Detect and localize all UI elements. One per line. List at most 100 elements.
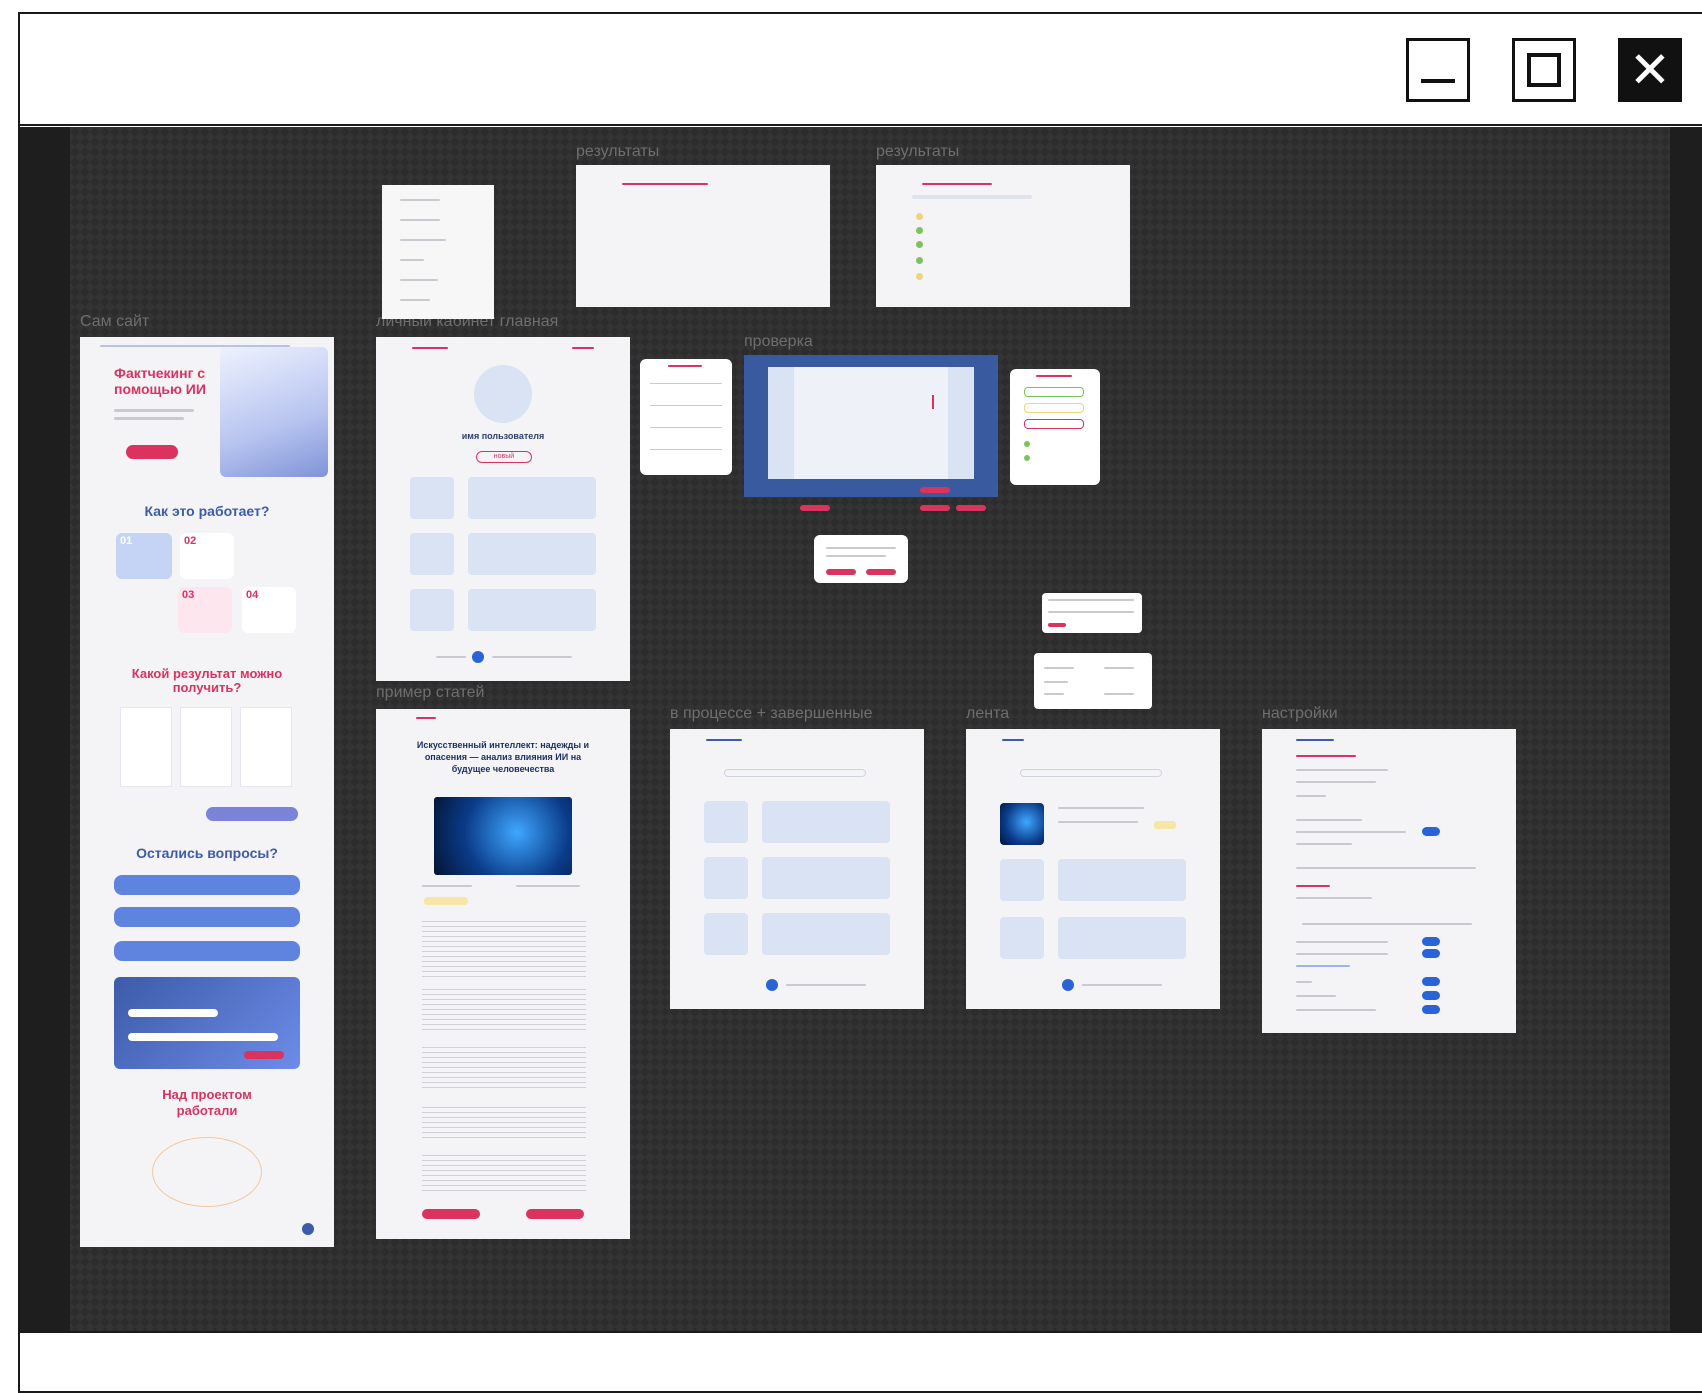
check-cancel-button[interactable] xyxy=(800,505,830,511)
settings-row[interactable] xyxy=(1296,819,1362,821)
settings-row[interactable] xyxy=(1296,897,1372,899)
card-body[interactable] xyxy=(468,477,596,519)
frame-check-form[interactable] xyxy=(640,359,732,475)
params-chip-red[interactable] xyxy=(1024,419,1084,429)
frame-label-results-1[interactable]: результаты xyxy=(576,143,659,161)
settings-toggle[interactable] xyxy=(1422,937,1440,946)
settings-toggle[interactable] xyxy=(1422,977,1440,986)
frame-rating-dialog[interactable] xyxy=(1042,593,1142,633)
card-thumb[interactable] xyxy=(704,913,748,955)
card-thumb[interactable] xyxy=(410,589,454,631)
feed-card-image[interactable] xyxy=(1000,803,1044,845)
menu-item[interactable] xyxy=(400,279,438,281)
site-faq-item-2[interactable] xyxy=(114,907,300,927)
card-body[interactable] xyxy=(1058,917,1186,959)
frame-label-results-2[interactable]: результаты xyxy=(876,143,959,161)
maximize-button[interactable] xyxy=(1512,38,1576,102)
feed-tab[interactable] xyxy=(1002,739,1024,741)
frame-label-settings[interactable]: настройки xyxy=(1262,705,1338,723)
cabinet-status-badge[interactable]: новый xyxy=(476,451,532,463)
avatar[interactable] xyxy=(474,365,532,423)
site-hero-button[interactable] xyxy=(126,445,178,459)
frame-cabinet[interactable]: имя пользователя новый xyxy=(376,337,630,681)
site-email-input[interactable] xyxy=(128,1009,218,1017)
pagination-pages[interactable] xyxy=(1082,984,1162,986)
pagination-pages[interactable] xyxy=(786,984,866,986)
settings-toggle[interactable] xyxy=(1422,827,1440,836)
menu-item[interactable] xyxy=(400,239,446,241)
check-back-button[interactable] xyxy=(920,505,950,511)
frame-results-2[interactable] xyxy=(876,165,1130,307)
pagination-active[interactable] xyxy=(766,979,778,991)
frame-label-check[interactable]: проверка xyxy=(744,333,813,351)
card-thumb[interactable] xyxy=(704,801,748,843)
filter-option[interactable] xyxy=(1104,667,1134,669)
cabinet-logout[interactable] xyxy=(572,347,594,349)
close-button[interactable]: ✕ xyxy=(1618,38,1682,102)
params-chip-yellow[interactable] xyxy=(1024,403,1084,413)
card-thumb[interactable] xyxy=(704,857,748,899)
site-question-input[interactable] xyxy=(128,1033,278,1041)
site-submit-button[interactable] xyxy=(244,1051,284,1059)
article-save-button[interactable] xyxy=(422,1209,480,1219)
site-chat-icon[interactable] xyxy=(302,1223,314,1235)
frame-confirm-dialog[interactable] xyxy=(814,535,908,583)
card-thumb[interactable] xyxy=(1000,917,1044,959)
frame-label-in-progress[interactable]: в процессе + завершенные xyxy=(670,705,873,723)
settings-row[interactable] xyxy=(1296,953,1388,955)
menu-item[interactable] xyxy=(400,199,440,201)
pagination-active[interactable] xyxy=(472,651,484,663)
settings-row[interactable] xyxy=(1296,831,1406,833)
params-chip-green[interactable] xyxy=(1024,387,1084,397)
frame-label-articles[interactable]: пример статей xyxy=(376,684,484,702)
menu-item[interactable] xyxy=(400,299,430,301)
results-2-filters[interactable] xyxy=(912,195,1032,199)
frame-check-main[interactable] xyxy=(744,355,998,497)
settings-tabs[interactable] xyxy=(1296,867,1476,869)
card-thumb[interactable] xyxy=(410,533,454,575)
frame-site[interactable]: Фактчекинг с помощью ИИ Как это работает… xyxy=(80,337,334,1247)
card-body[interactable] xyxy=(762,857,890,899)
frame-label-feed[interactable]: лента xyxy=(966,705,1009,723)
frame-settings[interactable] xyxy=(1262,729,1516,1033)
site-more-button[interactable] xyxy=(206,807,298,821)
card-body[interactable] xyxy=(762,913,890,955)
check-button[interactable] xyxy=(920,487,950,493)
check-form-field[interactable] xyxy=(650,383,722,384)
menu-item[interactable] xyxy=(400,259,424,261)
check-next-button[interactable] xyxy=(956,505,986,511)
design-canvas[interactable]: Сам сайт личный кабинет главная результа… xyxy=(20,127,1702,1331)
in-progress-tab[interactable] xyxy=(706,739,742,741)
card-body[interactable] xyxy=(1058,859,1186,901)
settings-toggle[interactable] xyxy=(1422,949,1440,958)
pagination-pages[interactable] xyxy=(492,656,572,658)
check-form-field[interactable] xyxy=(650,405,722,406)
settings-link[interactable] xyxy=(1296,965,1350,967)
site-faq-item-3[interactable] xyxy=(114,941,300,961)
check-form-field[interactable] xyxy=(650,449,722,450)
card-body[interactable] xyxy=(762,801,890,843)
frame-check-params[interactable] xyxy=(1010,369,1100,485)
rating-scale[interactable] xyxy=(1048,611,1134,613)
settings-row[interactable] xyxy=(1296,981,1312,983)
cabinet-nav-main[interactable] xyxy=(412,347,448,349)
frame-results-1[interactable] xyxy=(576,165,830,307)
frame-feed[interactable] xyxy=(966,729,1220,1009)
dialog-confirm-button[interactable] xyxy=(866,569,896,575)
settings-row[interactable] xyxy=(1296,769,1388,771)
frame-article[interactable]: Искусственный интеллект: надежды и опасе… xyxy=(376,709,630,1239)
minimize-button[interactable] xyxy=(1406,38,1470,102)
settings-row[interactable] xyxy=(1296,795,1326,797)
card-body[interactable] xyxy=(468,533,596,575)
settings-row[interactable] xyxy=(1296,1009,1376,1011)
pagination-prev[interactable] xyxy=(436,656,466,658)
rating-submit-button[interactable] xyxy=(1048,623,1066,627)
frame-in-progress[interactable] xyxy=(670,729,924,1009)
site-faq-item-1[interactable] xyxy=(114,875,300,895)
settings-toggle[interactable] xyxy=(1422,1005,1440,1014)
settings-row[interactable] xyxy=(1296,941,1388,943)
settings-row[interactable] xyxy=(1296,781,1376,783)
card-thumb[interactable] xyxy=(410,477,454,519)
search-input[interactable] xyxy=(724,769,866,777)
card-thumb[interactable] xyxy=(1000,859,1044,901)
